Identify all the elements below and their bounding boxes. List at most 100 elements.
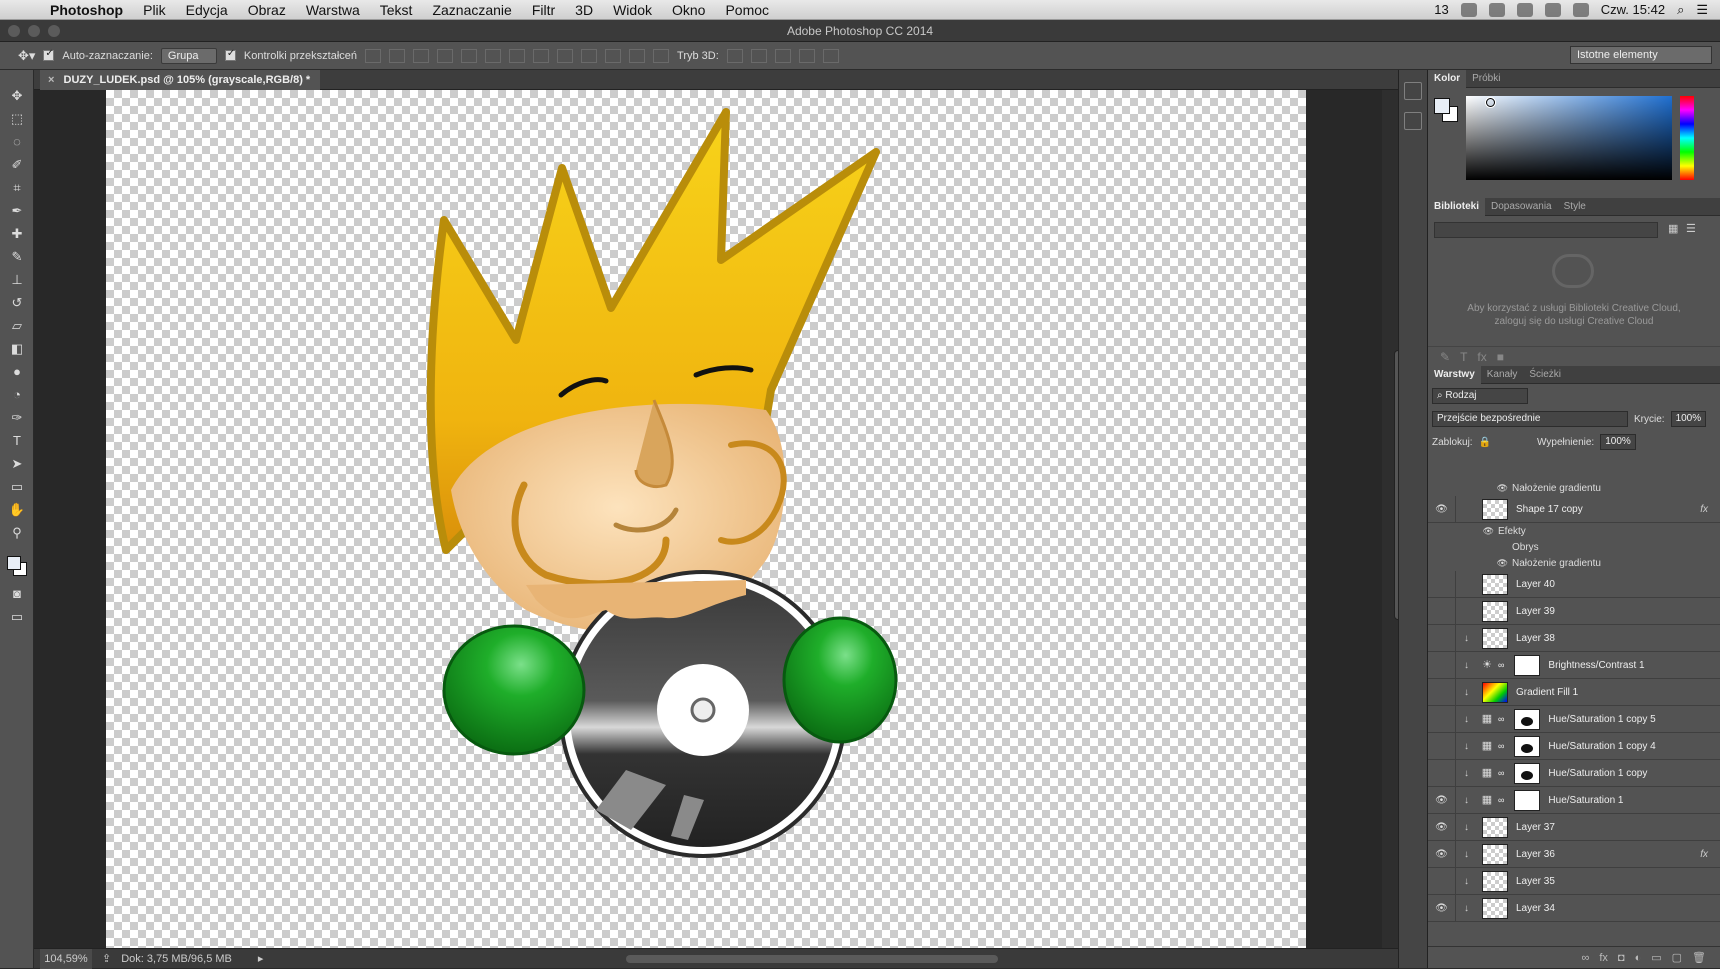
layer-visibility-icon[interactable] [1428,706,1456,732]
menu-plik[interactable]: Plik [133,0,176,20]
layer-thumbnail[interactable] [1482,843,1508,865]
layer-row[interactable]: Layer 39 [1428,598,1720,625]
layer-row[interactable]: 👁 ↓ ▦ ∞ Hue/Saturation 1 [1428,787,1720,814]
stamp-icon[interactable]: ⊥ [0,268,34,291]
notification-icon[interactable] [1488,2,1505,17]
quick-select-icon[interactable]: ✐ [0,153,34,176]
rotate-3d-icon[interactable] [726,48,743,63]
auto-select-checkbox[interactable] [43,48,55,61]
menu-pomoc[interactable]: Pomoc [715,0,779,20]
layer-thumbnail[interactable] [1514,789,1541,811]
menu-widok[interactable]: Widok [603,0,662,20]
path-select-icon[interactable]: ➤ [0,452,34,475]
eraser-icon[interactable]: ▱ [0,314,34,337]
distribute-right-icon[interactable] [629,48,646,63]
mask-link-icon[interactable]: ∞ [1498,660,1504,670]
new-layer-icon[interactable]: ▢ [1672,951,1682,964]
distribute-left-icon[interactable] [581,48,598,63]
healing-icon[interactable]: ✚ [0,222,34,245]
layer-thumbnail[interactable] [1482,573,1508,595]
zoom-window-button[interactable] [48,25,60,37]
tab-paths[interactable]: Ścieżki [1523,366,1567,384]
layer-effect-row[interactable]: 👁 Nałożenie gradientu [1428,555,1720,571]
layer-row[interactable]: Layer 40 [1428,571,1720,598]
menu-edycja[interactable]: Edycja [176,0,238,20]
link-layers-icon[interactable]: ∞ [1582,952,1590,964]
layer-thumbnail[interactable] [1482,600,1508,622]
minimize-window-button[interactable] [28,25,40,37]
canvas[interactable] [106,90,1306,950]
layer-visibility-icon[interactable] [1428,760,1456,786]
menu-tekst[interactable]: Tekst [370,0,423,20]
menu-filtr[interactable]: Filtr [522,0,565,20]
pen-icon[interactable]: ✑ [0,406,34,429]
grid-view-icon[interactable]: ▦ [1668,222,1678,235]
layer-row[interactable]: 👁 ↓ Layer 34 [1428,895,1720,922]
vertical-scrollbar[interactable] [1382,90,1402,948]
layer-thumbnail[interactable] [1514,654,1541,676]
quick-mask-icon[interactable]: ◙ [0,582,34,605]
effect-visibility-icon[interactable]: 👁 [1428,558,1512,569]
mask-link-icon[interactable]: ∞ [1498,768,1504,778]
layer-thumbnail[interactable] [1482,498,1508,520]
layer-visibility-icon[interactable] [1428,598,1456,624]
add-text-icon[interactable]: T [1460,350,1467,364]
library-dropdown[interactable] [1434,222,1658,238]
list-view-icon[interactable]: ☰ [1686,222,1696,235]
layer-thumbnail[interactable] [1482,627,1508,649]
auto-align-icon[interactable] [653,48,670,63]
layer-visibility-icon[interactable]: 👁 [1428,787,1456,813]
layer-visibility-icon[interactable] [1428,679,1456,705]
layer-row[interactable]: ↓ Layer 35 [1428,868,1720,895]
align-bottom-icon[interactable] [413,48,430,63]
add-graphic-icon[interactable]: ✎ [1440,350,1450,364]
layer-visibility-icon[interactable]: 👁 [1428,496,1456,522]
wifi-icon[interactable] [1516,2,1533,17]
layer-row[interactable]: ↓ ▦ ∞ Hue/Saturation 1 copy 5 [1428,706,1720,733]
layer-effect-row[interactable]: 👁 Efekty [1428,523,1720,539]
history-panel-icon[interactable] [1404,82,1422,100]
layer-visibility-icon[interactable] [1428,571,1456,597]
layer-visibility-icon[interactable]: 👁 [1428,841,1456,867]
status-menu-icon[interactable]: ▸ [258,952,264,965]
add-style-icon[interactable]: fx [1477,350,1486,364]
menu-warstwa[interactable]: Warstwa [296,0,370,20]
color-field[interactable] [1466,96,1672,180]
effect-visibility-icon[interactable]: 👁 [1428,483,1512,494]
scale-3d-icon[interactable] [822,48,839,63]
layer-thumbnail[interactable] [1514,762,1541,784]
menu-okno[interactable]: Okno [662,0,715,20]
tab-styles[interactable]: Style [1558,198,1592,216]
mask-link-icon[interactable]: ∞ [1498,795,1504,805]
menu-obraz[interactable]: Obraz [238,0,296,20]
align-left-icon[interactable] [437,48,454,63]
type-icon[interactable]: T [0,429,34,452]
layer-row[interactable]: 👁 ↓ Layer 36 fx [1428,841,1720,868]
align-right-icon[interactable] [485,48,502,63]
layer-row[interactable]: 👁 ↓ Layer 37 [1428,814,1720,841]
layer-visibility-icon[interactable] [1428,625,1456,651]
layer-visibility-icon[interactable] [1428,868,1456,894]
bucket-icon[interactable]: ◧ [0,337,34,360]
layer-thumbnail[interactable] [1482,870,1508,892]
layer-thumbnail[interactable] [1482,816,1508,838]
crop-icon[interactable]: ⌗ [0,176,34,199]
blur-icon[interactable]: ● [0,360,34,383]
hue-slider[interactable] [1680,96,1694,180]
transform-controls-checkbox[interactable] [224,48,236,61]
tab-swatches[interactable]: Próbki [1466,70,1506,88]
layer-row[interactable]: 👁 Shape 17 copy fx [1428,496,1720,523]
eyedropper-icon[interactable]: ✒ [0,199,34,222]
close-tab-icon[interactable]: × [48,74,54,86]
marquee-icon[interactable]: ⬚ [0,107,34,130]
foreground-swatch[interactable] [1434,98,1450,114]
add-color-icon[interactable]: ■ [1497,350,1504,364]
clock[interactable]: Czw. 15:42 [1601,2,1665,17]
hand-icon[interactable]: ✋ [0,498,34,521]
lock-icon[interactable]: 🔒 [1479,437,1491,448]
workspace-dropdown[interactable]: Istotne elementy [1570,46,1712,64]
roll-3d-icon[interactable] [750,48,767,63]
screen-mode-icon[interactable]: ▭ [0,605,34,628]
distribute-top-icon[interactable] [509,48,526,63]
layer-visibility-icon[interactable] [1428,652,1456,678]
